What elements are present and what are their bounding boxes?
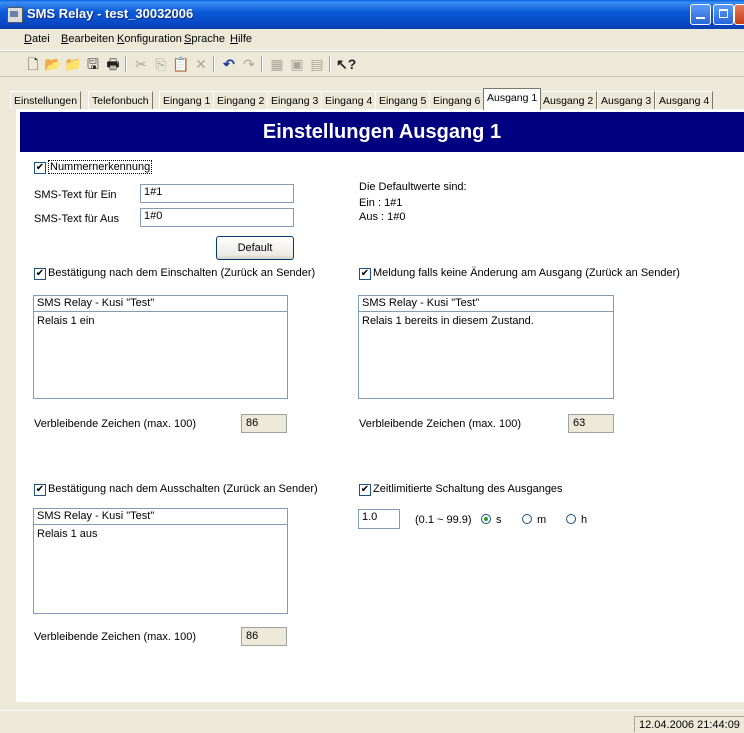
notify-nochange-remaining: 63 xyxy=(568,414,614,433)
paste-icon[interactable]: 📋 xyxy=(172,55,190,73)
close-button[interactable] xyxy=(734,4,744,25)
timed-value-input[interactable]: 1.0 xyxy=(358,509,400,529)
confirm-off-remaining-label: Verbleibende Zeichen (max. 100) xyxy=(34,631,197,643)
tool-b-icon[interactable]: ▣ xyxy=(288,55,306,73)
status-datetime: 12.04.2006 21:44:09 xyxy=(634,716,744,732)
tab-eingang-1[interactable]: Eingang 1 xyxy=(159,91,215,109)
tool-c-icon[interactable]: ▤ xyxy=(308,55,326,73)
delete-icon[interactable]: ✕ xyxy=(192,55,210,73)
sms-ein-input[interactable]: 1#1 xyxy=(140,184,294,203)
notify-nochange-line1: SMS Relay - Kusi "Test" xyxy=(359,296,613,312)
confirm-on-line1: SMS Relay - Kusi "Test" xyxy=(34,296,287,312)
unit-h-radio[interactable] xyxy=(566,514,576,524)
confirm-off-line2: Relais 1 aus xyxy=(37,528,98,540)
nummernerkennung-checkbox[interactable]: ✔ xyxy=(34,162,46,174)
menu-sprache[interactable]: Sprache xyxy=(184,33,225,45)
default-button[interactable]: Default xyxy=(216,236,294,260)
window-title: SMS Relay - test_30032006 xyxy=(27,6,194,21)
tab-ausgang-3[interactable]: Ausgang 3 xyxy=(597,91,656,109)
confirm-off-textarea[interactable]: SMS Relay - Kusi "Test" Relais 1 aus xyxy=(33,508,288,614)
confirm-off-checkbox[interactable]: ✔ xyxy=(34,484,46,496)
defaults-heading: Die Defaultwerte sind: xyxy=(359,181,467,193)
status-bar xyxy=(0,710,744,732)
menu-bearbeiten[interactable]: Bearbeiten xyxy=(61,33,114,45)
default-ein: Ein : 1#1 xyxy=(359,197,403,209)
menu-datei[interactable]: Datei xyxy=(24,33,50,45)
nummernerkennung-label: Nummernerkennung xyxy=(48,160,153,174)
menu-konfiguration[interactable]: Konfiguration xyxy=(117,33,182,45)
import-icon[interactable]: 📁 xyxy=(64,55,82,73)
confirm-on-textarea[interactable]: SMS Relay - Kusi "Test" Relais 1 ein xyxy=(33,295,288,399)
new-file-icon[interactable]: 🗋 xyxy=(24,55,42,73)
notify-nochange-line2: Relais 1 bereits in diesem Zustand. xyxy=(362,315,534,327)
confirm-on-remaining-label: Verbleibende Zeichen (max. 100) xyxy=(34,418,197,430)
confirm-on-checkbox[interactable]: ✔ xyxy=(34,268,46,280)
sms-aus-label: SMS-Text für Aus xyxy=(34,213,119,225)
notify-nochange-label: Meldung falls keine Änderung am Ausgang … xyxy=(373,267,680,279)
tab-eingang-4[interactable]: Eingang 4 xyxy=(321,91,377,109)
sms-aus-input[interactable]: 1#0 xyxy=(140,208,294,227)
save-icon[interactable]: 🖫 xyxy=(84,55,102,73)
default-aus: Aus : 1#0 xyxy=(359,211,406,223)
confirm-off-remaining: 86 xyxy=(241,627,287,646)
unit-h-label: h xyxy=(581,514,588,526)
app-icon[interactable] xyxy=(7,7,23,23)
tab-einstellungen[interactable]: Einstellungen xyxy=(10,91,82,109)
confirm-on-label: Bestätigung nach dem Einschalten (Zurück… xyxy=(48,267,316,279)
redo-icon[interactable]: ↷ xyxy=(240,55,258,73)
page-title: Einstellungen Ausgang 1 xyxy=(20,112,744,152)
notify-nochange-checkbox[interactable]: ✔ xyxy=(359,268,371,280)
timed-checkbox[interactable]: ✔ xyxy=(359,484,371,496)
cut-icon[interactable]: ✂ xyxy=(132,55,150,73)
tab-ausgang-4[interactable]: Ausgang 4 xyxy=(655,91,714,109)
unit-s-radio[interactable] xyxy=(481,514,491,524)
open-folder-icon[interactable]: 📂 xyxy=(44,55,62,73)
tool-a-icon[interactable]: ▦ xyxy=(268,55,286,73)
copy-icon[interactable]: ⎘ xyxy=(152,55,170,73)
context-help-icon[interactable]: ↖? xyxy=(336,55,356,73)
notify-nochange-remaining-label: Verbleibende Zeichen (max. 100) xyxy=(359,418,522,430)
tab-ausgang-2[interactable]: Ausgang 2 xyxy=(539,91,598,109)
toolbar: 🗋 📂 📁 🖫 🖶 ✂ ⎘ 📋 ✕ ↶ ↷ ▦ ▣ ▤ ↖? xyxy=(0,51,744,77)
title-bar[interactable]: SMS Relay - test_30032006 xyxy=(0,0,744,29)
confirm-off-line1: SMS Relay - Kusi "Test" xyxy=(34,509,287,525)
tab-telefonbuch[interactable]: Telefonbuch xyxy=(88,91,153,109)
tab-eingang-3[interactable]: Eingang 3 xyxy=(267,91,323,109)
confirm-on-line2: Relais 1 ein xyxy=(37,315,95,327)
confirm-off-label: Bestätigung nach dem Ausschalten (Zurück… xyxy=(48,483,318,495)
confirm-on-remaining: 86 xyxy=(241,414,287,433)
unit-m-radio[interactable] xyxy=(522,514,532,524)
notify-nochange-textarea[interactable]: SMS Relay - Kusi "Test" Relais 1 bereits… xyxy=(358,295,614,399)
sms-ein-label: SMS-Text für Ein xyxy=(34,189,117,201)
tab-eingang-6[interactable]: Eingang 6 xyxy=(429,91,485,109)
tab-ausgang-1[interactable]: Ausgang 1 xyxy=(483,88,542,110)
menu-hilfe[interactable]: Hilfe xyxy=(230,33,252,45)
undo-icon[interactable]: ↶ xyxy=(220,55,238,73)
menu-bar: Datei Bearbeiten Konfiguration Sprache H… xyxy=(0,30,744,51)
unit-s-label: s xyxy=(496,514,502,526)
minimize-button[interactable] xyxy=(690,4,711,25)
timed-range-label: (0.1 ~ 99.9) xyxy=(415,514,472,526)
timed-label: Zeitlimitierte Schaltung des Ausganges xyxy=(373,483,563,495)
unit-m-label: m xyxy=(537,514,547,526)
print-icon[interactable]: 🖶 xyxy=(104,55,122,73)
maximize-button[interactable] xyxy=(713,4,734,25)
tab-eingang-5[interactable]: Eingang 5 xyxy=(375,91,431,109)
tab-eingang-2[interactable]: Eingang 2 xyxy=(213,91,269,109)
